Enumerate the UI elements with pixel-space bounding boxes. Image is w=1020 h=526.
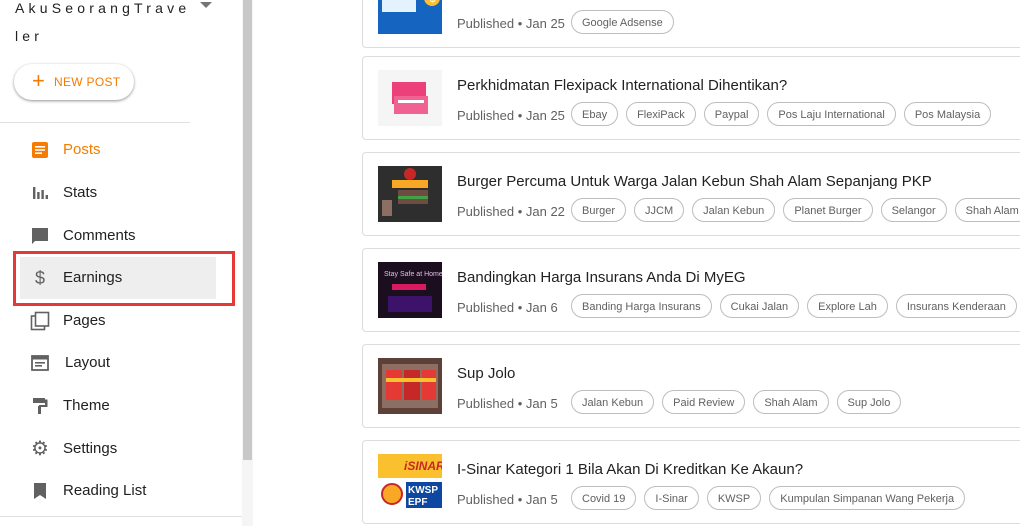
post-tags: Covid 19 I-Sinar KWSP Kumpulan Simpanan … <box>571 486 966 510</box>
tag-chip[interactable]: Cukai Jalan <box>719 294 800 318</box>
sidebar-item-label: Posts <box>63 141 101 158</box>
svg-text:iSINAR: iSINAR <box>404 459 442 473</box>
svg-text:Stay Safe at Home: Stay Safe at Home <box>384 271 442 278</box>
post-title[interactable]: I-Sinar Kategori 1 Bila Akan Di Kreditka… <box>457 461 803 478</box>
svg-text:$: $ <box>430 0 436 5</box>
posts-icon <box>32 142 48 158</box>
sidebar-bottom-divider <box>0 516 242 517</box>
tag-chip[interactable]: JJCM <box>634 198 685 222</box>
post-tags: Banding Harga Insurans Cukai Jalan Explo… <box>571 294 1017 318</box>
post-title[interactable]: Sup Jolo <box>457 365 515 382</box>
post-card[interactable]: Burger Percuma Untuk Warga Jalan Kebun S… <box>362 152 1020 236</box>
tag-chip[interactable]: Shah Alam <box>753 390 829 414</box>
tag-chip[interactable]: Pos Laju International <box>767 102 896 126</box>
sidebar-item-layout[interactable]: Layout <box>0 343 242 383</box>
tag-chip[interactable]: Burger <box>571 198 627 222</box>
post-card[interactable]: $ Published • Jan 25 Google Adsense <box>362 0 1020 48</box>
blog-dropdown-icon[interactable] <box>200 2 212 8</box>
comments-icon <box>32 228 48 244</box>
sidebar-item-comments[interactable]: Comments <box>0 216 242 256</box>
sidebar-item-theme[interactable]: Theme <box>0 386 242 426</box>
tag-chip[interactable]: Sup Jolo <box>836 390 902 414</box>
tag-chip[interactable]: FlexiPack <box>626 102 696 126</box>
post-title[interactable]: Burger Percuma Untuk Warga Jalan Kebun S… <box>457 173 932 190</box>
post-card[interactable]: Sup Jolo Published • Jan 5 Jalan Kebun P… <box>362 344 1020 428</box>
post-thumbnail: Stay Safe at Home <box>378 262 442 318</box>
post-thumbnail <box>378 358 442 414</box>
sidebar-item-label: Pages <box>63 312 106 329</box>
tag-chip[interactable]: Ebay <box>571 102 619 126</box>
post-tags: Jalan Kebun Paid Review Shah Alam Sup Jo… <box>571 390 902 414</box>
tag-chip[interactable]: Planet Burger <box>783 198 873 222</box>
sidebar-item-label: Comments <box>63 227 136 244</box>
post-thumbnail <box>378 70 442 126</box>
post-meta: Published • Jan 5 <box>457 492 558 507</box>
svg-text:EPF: EPF <box>408 497 427 508</box>
tag-chip[interactable]: Explore Lah <box>807 294 888 318</box>
tag-chip[interactable]: Paypal <box>703 102 760 126</box>
post-tags: Google Adsense <box>571 10 674 34</box>
post-meta: Published • Jan 22 <box>457 204 565 219</box>
svg-text:KWSP: KWSP <box>408 485 438 496</box>
sidebar-scrollbar-thumb[interactable] <box>243 0 252 460</box>
tag-chip[interactable]: Google Adsense <box>571 10 674 34</box>
post-card[interactable]: Stay Safe at Home Bandingkan Harga Insur… <box>362 248 1020 332</box>
tag-chip[interactable]: Paid Review <box>662 390 746 414</box>
layout-icon <box>31 355 49 371</box>
new-post-button[interactable]: + NEW POST <box>14 64 134 100</box>
post-meta: Published • Jan 25 <box>457 16 565 31</box>
sidebar-item-stats[interactable]: Stats <box>0 173 242 213</box>
tag-chip[interactable]: Selangor <box>880 198 947 222</box>
sidebar-item-settings[interactable]: ⚙ Settings <box>0 429 242 469</box>
new-post-label: NEW POST <box>54 75 121 89</box>
post-title[interactable]: Bandingkan Harga Insurans Anda Di MyEG <box>457 269 746 286</box>
tag-chip[interactable]: KWSP <box>706 486 762 510</box>
post-tags: Burger JJCM Jalan Kebun Planet Burger Se… <box>571 198 1020 222</box>
plus-icon: + <box>32 68 45 93</box>
post-thumbnail: iSINAR KWSP EPF <box>378 454 442 510</box>
sidebar-item-pages[interactable]: Pages <box>0 301 242 341</box>
gear-icon: ⚙ <box>31 438 49 460</box>
post-meta: Published • Jan 6 <box>457 300 558 315</box>
tag-chip[interactable]: Insurans Kenderaan <box>895 294 1017 318</box>
theme-icon <box>33 398 48 414</box>
post-thumbnail: $ <box>378 0 442 34</box>
post-card[interactable]: iSINAR KWSP EPF I-Sinar Kategori 1 Bila … <box>362 440 1020 524</box>
tag-chip[interactable]: Jalan Kebun <box>692 198 776 222</box>
tag-chip[interactable]: Kumpulan Simpanan Wang Pekerja <box>769 486 966 510</box>
sidebar-item-posts[interactable]: Posts <box>0 130 242 170</box>
tag-chip[interactable]: Banding Harga Insurans <box>571 294 712 318</box>
post-thumbnail <box>378 166 442 222</box>
post-title[interactable]: Perkhidmatan Flexipack International Dih… <box>457 77 787 94</box>
sidebar-item-reading-list[interactable]: Reading List <box>0 471 242 511</box>
post-tags: Ebay FlexiPack Paypal Pos Laju Internati… <box>571 102 992 126</box>
stats-icon <box>33 187 48 199</box>
sidebar-item-label: Settings <box>63 440 118 457</box>
sidebar: AkuSeorangTraveler + NEW POST Posts Stat… <box>0 0 242 526</box>
tag-chip[interactable]: Covid 19 <box>571 486 637 510</box>
sidebar-item-label: Stats <box>63 184 98 201</box>
tag-chip[interactable]: Shah Alam <box>954 198 1020 222</box>
tag-chip[interactable]: I-Sinar <box>644 486 699 510</box>
blog-title[interactable]: AkuSeorangTraveler <box>15 0 195 50</box>
earnings-highlight-box <box>13 251 235 306</box>
sidebar-item-label: Reading List <box>63 482 147 499</box>
post-meta: Published • Jan 5 <box>457 396 558 411</box>
post-meta: Published • Jan 25 <box>457 108 565 123</box>
tag-chip[interactable]: Pos Malaysia <box>903 102 992 126</box>
post-card[interactable]: Perkhidmatan Flexipack International Dih… <box>362 56 1020 140</box>
sidebar-divider <box>0 122 190 123</box>
tag-chip[interactable]: Jalan Kebun <box>571 390 655 414</box>
sidebar-item-label: Layout <box>65 354 111 371</box>
pages-icon <box>30 311 50 331</box>
bookmark-icon <box>34 483 46 499</box>
sidebar-item-label: Theme <box>63 397 110 414</box>
